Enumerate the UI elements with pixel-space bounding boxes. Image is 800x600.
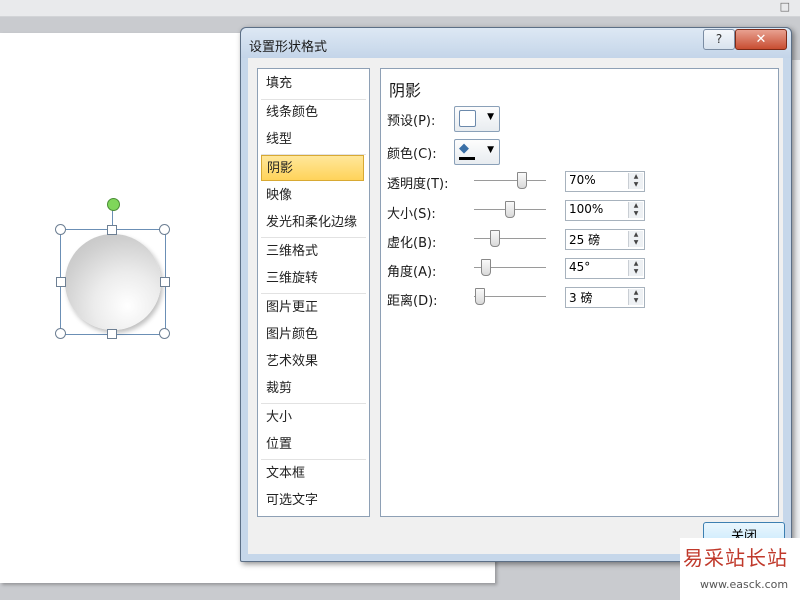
watermark: 易采站长站 www.easck.com xyxy=(680,538,800,600)
spin-value: 3 磅 xyxy=(569,291,593,305)
spin-down-icon[interactable]: ▼ xyxy=(628,297,643,305)
rotation-handle[interactable] xyxy=(107,198,120,211)
format-shape-dialog: 设置形状格式 ? ✕ 填充 线条颜色 线型 阴影 映像 发光和柔化边缘 三维格式… xyxy=(240,27,792,562)
resize-handle-right[interactable] xyxy=(160,277,170,287)
slider-thumb[interactable] xyxy=(475,288,486,305)
color-swatch-bar xyxy=(459,157,475,160)
nav-item-artistic-effects[interactable]: 艺术效果 xyxy=(261,349,364,375)
nav-item-glow-soft-edges[interactable]: 发光和柔化边缘 xyxy=(261,210,364,236)
window-corner-icon: □ xyxy=(779,0,790,13)
dialog-body: 填充 线条颜色 线型 阴影 映像 发光和柔化边缘 三维格式 三维旋转 图片更正 … xyxy=(248,58,785,554)
nav-item-position[interactable]: 位置 xyxy=(261,432,364,458)
color-label: 颜色(C): xyxy=(387,147,437,162)
spin-box[interactable]: 45° ▲ ▼ xyxy=(565,258,645,279)
nav-item-shadow[interactable]: 阴影 xyxy=(261,155,364,181)
nav-item-line-style[interactable]: 线型 xyxy=(261,127,364,153)
nav-separator xyxy=(261,293,366,294)
spin-value: 45° xyxy=(569,260,591,274)
slider-label: 虚化(B): xyxy=(387,236,437,251)
nav-item-3d-format[interactable]: 三维格式 xyxy=(261,239,364,265)
help-button[interactable]: ? xyxy=(703,29,735,50)
slider-label: 大小(S): xyxy=(387,207,436,222)
preset-dropdown[interactable]: ▼ xyxy=(454,106,500,132)
close-x-button[interactable]: ✕ xyxy=(735,29,787,50)
color-dropdown[interactable]: ◆ ▼ xyxy=(454,139,500,165)
spin-up-icon[interactable]: ▲ xyxy=(628,202,643,210)
dialog-title: 设置形状格式 xyxy=(249,40,328,55)
resize-handle-top-right[interactable] xyxy=(159,224,170,235)
nav-item-text-box[interactable]: 文本框 xyxy=(261,461,364,487)
preset-label: 预设(P): xyxy=(387,114,436,129)
slider-track[interactable] xyxy=(474,180,546,181)
spin-up-icon[interactable]: ▲ xyxy=(628,173,643,181)
nav-item-size[interactable]: 大小 xyxy=(261,405,364,431)
slider-label: 角度(A): xyxy=(387,265,437,280)
spin-value: 25 磅 xyxy=(569,233,601,247)
selected-circle-shape[interactable] xyxy=(55,198,170,340)
resize-handle-top-left[interactable] xyxy=(55,224,66,235)
spin-box[interactable]: 3 磅 ▲ ▼ xyxy=(565,287,645,308)
resize-handle-top[interactable] xyxy=(107,225,117,235)
spin-box[interactable]: 100% ▲ ▼ xyxy=(565,200,645,221)
slider-thumb[interactable] xyxy=(505,201,515,218)
watermark-title: 易采站长站 xyxy=(683,546,788,570)
watermark-url: www.easck.com xyxy=(700,578,789,591)
nav-item-fill[interactable]: 填充 xyxy=(261,71,364,97)
spin-down-icon[interactable]: ▼ xyxy=(628,239,643,247)
spin-down-icon[interactable]: ▼ xyxy=(628,268,643,276)
shadow-preset-icon xyxy=(459,110,476,127)
nav-item-3d-rotation[interactable]: 三维旋转 xyxy=(261,266,364,292)
resize-handle-left[interactable] xyxy=(56,277,66,287)
shadow-settings-panel: 阴影 预设(P): ▼ 颜色(C): ◆ ▼ 透明度(T): 70% ▲ ▼ 大… xyxy=(380,68,779,517)
spin-down-icon[interactable]: ▼ xyxy=(628,210,643,218)
slider-label: 透明度(T): xyxy=(387,177,449,192)
nav-separator xyxy=(261,403,366,404)
spin-value: 100% xyxy=(569,202,604,216)
dropdown-arrow-icon: ▼ xyxy=(487,112,494,122)
nav-item-picture-color[interactable]: 图片颜色 xyxy=(261,322,364,348)
spin-box[interactable]: 25 磅 ▲ ▼ xyxy=(565,229,645,250)
spin-up-icon[interactable]: ▲ xyxy=(628,231,643,239)
nav-item-alt-text[interactable]: 可选文字 xyxy=(261,488,364,514)
slider-label: 距离(D): xyxy=(387,294,438,309)
slider-thumb[interactable] xyxy=(481,259,492,276)
nav-item-line-color[interactable]: 线条颜色 xyxy=(261,100,364,126)
nav-separator xyxy=(261,459,366,460)
panel-heading: 阴影 xyxy=(389,81,422,100)
slider-thumb[interactable] xyxy=(517,172,528,189)
resize-handle-bottom-right[interactable] xyxy=(159,328,170,339)
spin-up-icon[interactable]: ▲ xyxy=(628,260,643,268)
category-list: 填充 线条颜色 线型 阴影 映像 发光和柔化边缘 三维格式 三维旋转 图片更正 … xyxy=(257,68,370,517)
top-bar: □ xyxy=(0,0,800,17)
spin-box[interactable]: 70% ▲ ▼ xyxy=(565,171,645,192)
slider-track[interactable] xyxy=(474,238,546,239)
resize-handle-bottom[interactable] xyxy=(107,329,117,339)
spin-down-icon[interactable]: ▼ xyxy=(628,181,643,189)
nav-separator xyxy=(261,237,366,238)
spin-up-icon[interactable]: ▲ xyxy=(628,289,643,297)
resize-handle-bottom-left[interactable] xyxy=(55,328,66,339)
slider-thumb[interactable] xyxy=(489,230,500,247)
nav-item-reflection[interactable]: 映像 xyxy=(261,183,364,209)
dialog-titlebar[interactable]: 设置形状格式 ? ✕ xyxy=(241,28,791,58)
nav-item-crop[interactable]: 裁剪 xyxy=(261,376,364,402)
nav-item-picture-corrections[interactable]: 图片更正 xyxy=(261,295,364,321)
circle-shape[interactable] xyxy=(65,234,161,330)
dropdown-arrow-icon: ▼ xyxy=(487,145,494,155)
spin-value: 70% xyxy=(569,173,596,187)
paint-bucket-icon: ◆ xyxy=(459,141,469,156)
